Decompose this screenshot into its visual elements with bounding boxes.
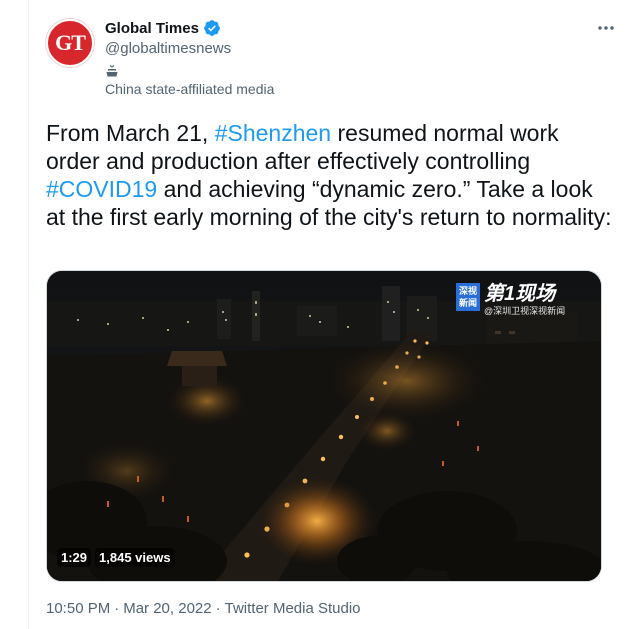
avatar[interactable]: GT	[46, 19, 94, 67]
hashtag-link-shenzhen[interactable]: #Shenzhen	[215, 120, 331, 146]
video-duration: 1:29	[57, 548, 92, 567]
video-views: 1,845 views	[95, 548, 175, 567]
author-name-row: Global Times	[105, 19, 221, 37]
more-icon	[598, 26, 614, 30]
tweet-date-link[interactable]: Mar 20, 2022	[123, 600, 211, 617]
tweet-metadata: 10:50 PM · Mar 20, 2022 · Twitter Media …	[46, 600, 361, 617]
account-handle[interactable]: @globaltimesnews	[105, 40, 231, 57]
tweet-text-part: From March 21,	[46, 120, 215, 146]
watermark-box: 深视新闻	[456, 283, 480, 311]
video-thumbnail	[47, 271, 601, 581]
tweet-text: From March 21, #Shenzhen resumed normal …	[46, 119, 616, 231]
watermark-subtitle: @深圳卫视深视新闻	[484, 306, 566, 316]
left-gutter	[0, 0, 28, 629]
display-name[interactable]: Global Times	[105, 20, 199, 37]
broadcaster-watermark: 深视新闻 第1现场 @深圳卫视深视新闻	[456, 283, 565, 317]
verified-badge-icon	[203, 19, 221, 37]
tweet-time-link[interactable]: 10:50 PM	[46, 600, 110, 617]
podium-icon	[105, 64, 119, 78]
hashtag-link-covid19[interactable]: #COVID19	[46, 176, 157, 202]
meta-separator: ·	[215, 600, 221, 617]
watermark-title: 第1现场	[484, 283, 556, 305]
tweet-source-link[interactable]: Twitter Media Studio	[225, 600, 361, 617]
avatar-text: GT	[55, 30, 86, 55]
video-player[interactable]: 深视新闻 第1现场 @深圳卫视深视新闻 1:29 1,845 views	[46, 270, 602, 582]
video-info-overlay: 1:29 1,845 views	[57, 548, 175, 567]
tweet-card: GT Global Times @globaltimesnews China s…	[28, 0, 632, 629]
meta-separator: ·	[114, 600, 120, 617]
more-options-button[interactable]	[596, 18, 616, 38]
state-media-label[interactable]: China state-affiliated media	[105, 81, 274, 97]
